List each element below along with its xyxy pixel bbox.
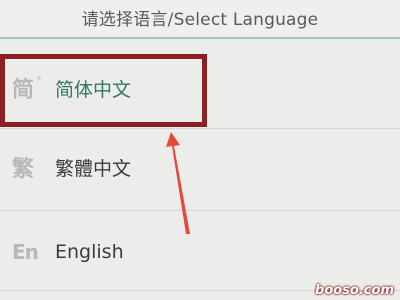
language-option-traditional-chinese[interactable]: 繁 繁體中文: [0, 127, 400, 207]
header-bar: 请选择语言/Select Language: [0, 0, 400, 36]
header-divider: [0, 37, 400, 39]
list-divider: [0, 210, 400, 211]
language-label-traditional-chinese: 繁體中文: [55, 157, 132, 180]
english-icon: En: [12, 240, 39, 264]
traditional-chinese-icon: 繁: [12, 157, 35, 182]
annotation-highlight-box: [0, 54, 207, 127]
language-select-screen: 请选择语言/Select Language 简 简体中文 繁 繁體中文 En E…: [0, 0, 400, 300]
language-label-english: English: [55, 241, 124, 263]
language-option-english[interactable]: En English: [0, 212, 400, 292]
page-title: 请选择语言/Select Language: [81, 9, 319, 30]
watermark: booso.com: [315, 283, 394, 298]
